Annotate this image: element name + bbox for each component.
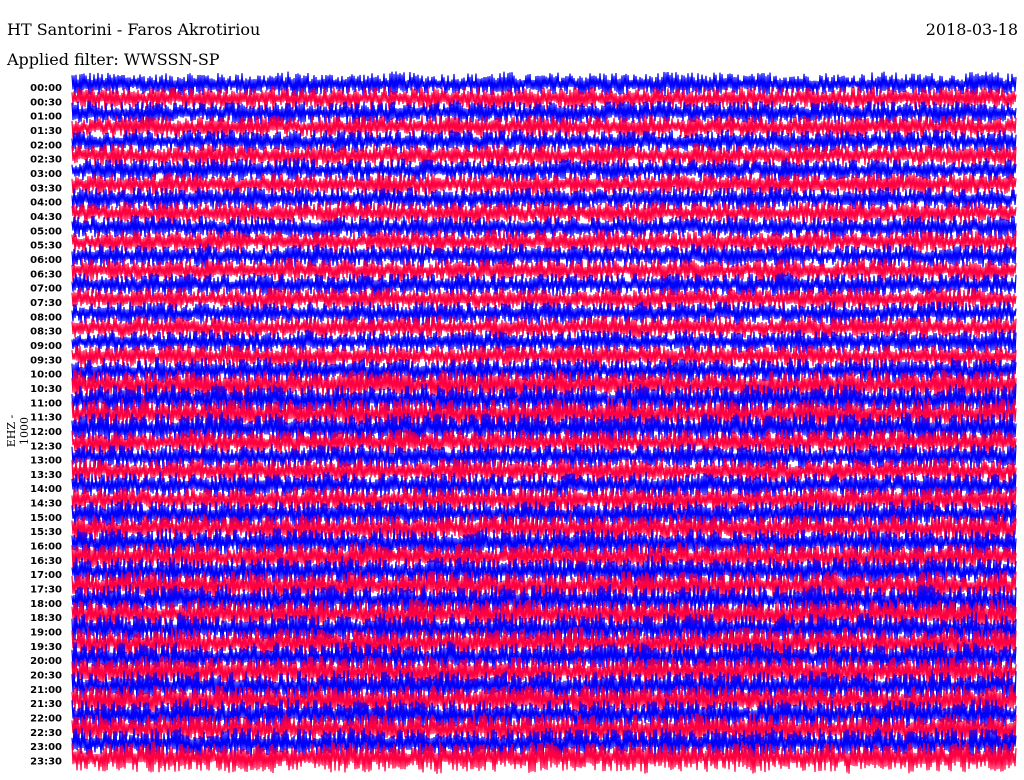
tick-label: 04:30 bbox=[30, 212, 62, 223]
tick-label: 10:00 bbox=[30, 370, 62, 381]
tick-label: 12:30 bbox=[30, 441, 62, 452]
tick-label: 04:00 bbox=[30, 198, 62, 209]
tick-label: 02:30 bbox=[30, 155, 62, 166]
tick-label: 19:00 bbox=[30, 628, 62, 639]
tick-label: 09:30 bbox=[30, 355, 62, 366]
tick-label: 05:00 bbox=[30, 226, 62, 237]
tick-label: 20:30 bbox=[30, 671, 62, 682]
tick-label: 01:30 bbox=[30, 126, 62, 137]
tick-label: 13:30 bbox=[30, 470, 62, 481]
tick-label: 12:00 bbox=[30, 427, 62, 438]
tick-label: 16:30 bbox=[30, 556, 62, 567]
tick-label: 16:00 bbox=[30, 542, 62, 553]
tick-label: 17:30 bbox=[30, 585, 62, 596]
tick-label: 15:30 bbox=[30, 527, 62, 538]
tick-label: 21:30 bbox=[30, 699, 62, 710]
tick-label: 06:00 bbox=[30, 255, 62, 266]
tick-label: 10:30 bbox=[30, 384, 62, 395]
tick-label: 11:30 bbox=[30, 413, 62, 424]
tick-label: 19:30 bbox=[30, 642, 62, 653]
tick-label: 01:00 bbox=[30, 112, 62, 123]
tick-label: 03:00 bbox=[30, 169, 62, 180]
helicorder-plot: 00:00 00:30 01:00 01:30 02:00 02:30 03:00 03:30… bbox=[30, 71, 1017, 774]
tick-label: 22:30 bbox=[30, 728, 62, 739]
tick-label: 07:00 bbox=[30, 284, 62, 295]
tick-label: 22:00 bbox=[30, 714, 62, 725]
tick-label: 06:30 bbox=[30, 269, 62, 280]
tick-label: 11:00 bbox=[30, 398, 62, 409]
tick-label: 23:30 bbox=[30, 757, 62, 768]
tick-label: 18:30 bbox=[30, 613, 62, 624]
tick-label: 18:00 bbox=[30, 599, 62, 610]
tick-label: 13:00 bbox=[30, 456, 62, 467]
tick-label: 00:00 bbox=[30, 83, 62, 94]
tick-label: 02:00 bbox=[30, 140, 62, 151]
tick-label: 07:30 bbox=[30, 298, 62, 309]
tick-label: 05:30 bbox=[30, 241, 62, 252]
tick-label: 14:30 bbox=[30, 499, 62, 510]
tick-label: 00:30 bbox=[30, 97, 62, 108]
tick-label: 15:00 bbox=[30, 513, 62, 524]
tick-label: 09:00 bbox=[30, 341, 62, 352]
tick-label: 17:00 bbox=[30, 570, 62, 581]
tick-label: 21:00 bbox=[30, 685, 62, 696]
tick-label: 03:30 bbox=[30, 183, 62, 194]
tick-label: 08:30 bbox=[30, 327, 62, 338]
tick-label: 08:00 bbox=[30, 312, 62, 323]
tick-label: 20:00 bbox=[30, 656, 62, 667]
tick-label: 14:00 bbox=[30, 484, 62, 495]
tick-label: 23:00 bbox=[30, 742, 62, 753]
